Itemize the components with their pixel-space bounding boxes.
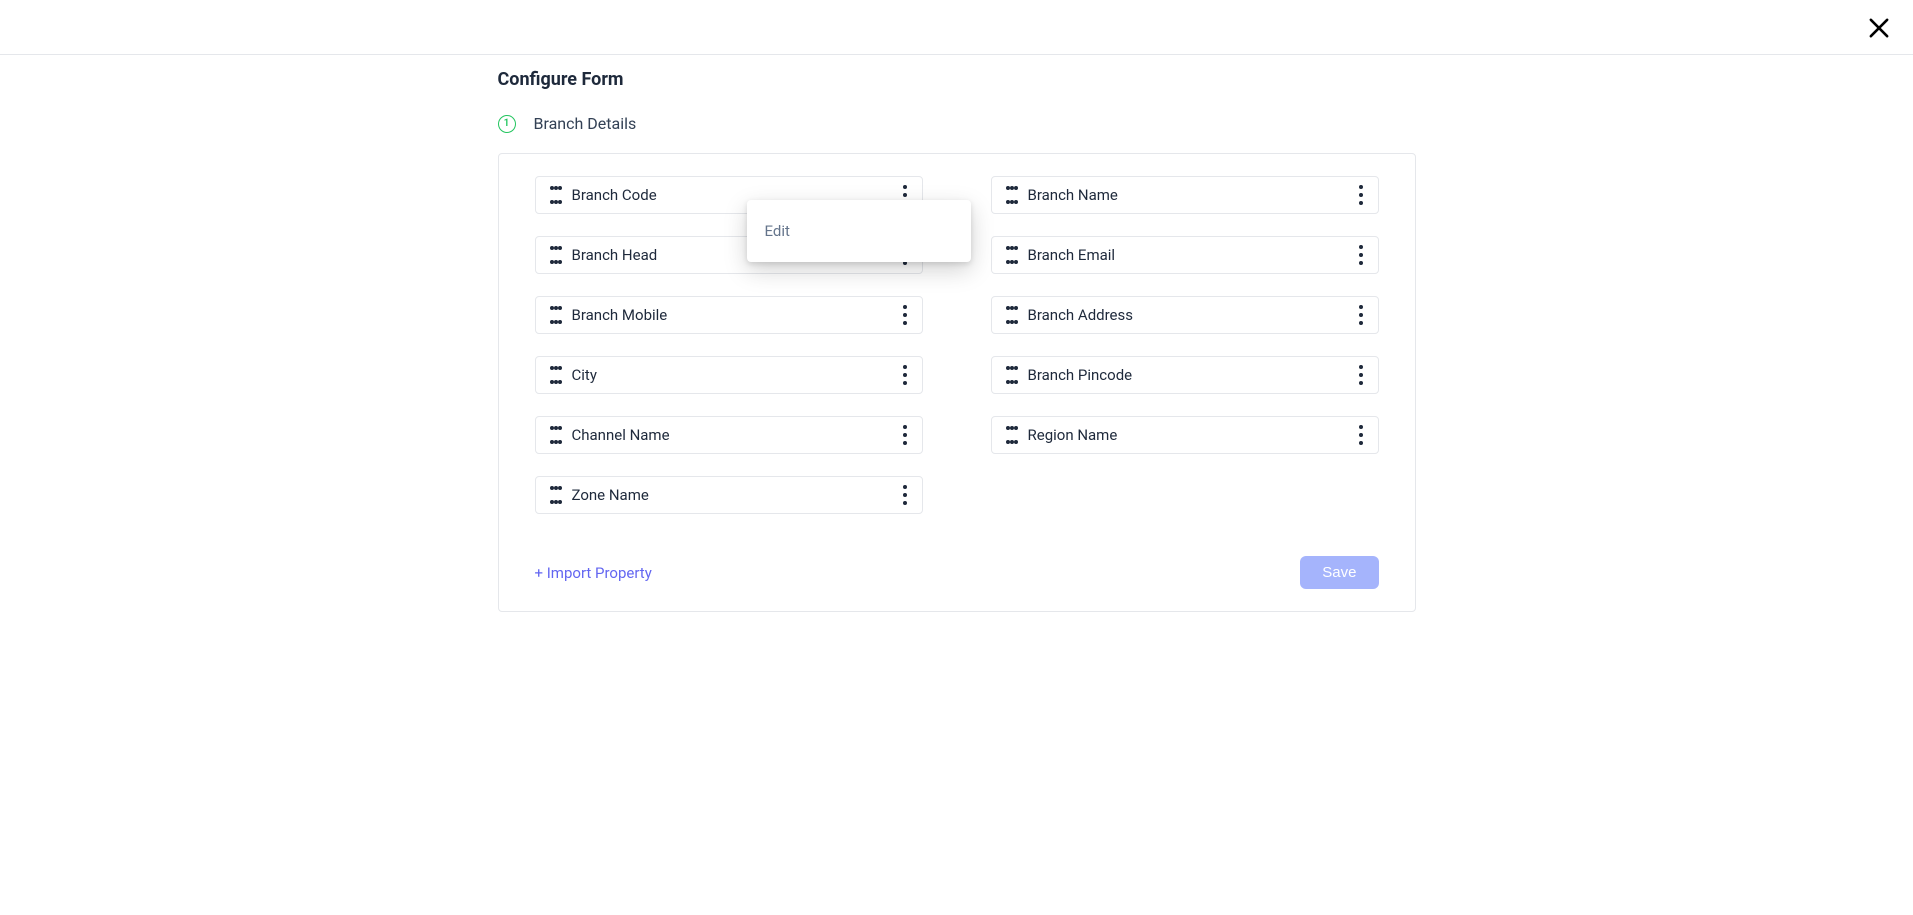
drag-handle-icon[interactable]	[550, 426, 562, 444]
step-indicator: 1	[498, 115, 516, 133]
drag-handle-icon[interactable]	[1006, 186, 1018, 204]
field-zone-name[interactable]: Zone Name	[535, 476, 923, 514]
field-label: Zone Name	[572, 486, 902, 504]
field-branch-mobile[interactable]: Branch Mobile	[535, 296, 923, 334]
form-card: Branch Code Branch Name Branch Head Bran…	[498, 153, 1416, 612]
more-options-button[interactable]	[902, 425, 908, 445]
field-label: Channel Name	[572, 426, 902, 444]
more-options-button[interactable]	[1358, 365, 1364, 385]
field-label: Branch Email	[1028, 246, 1358, 264]
more-options-button[interactable]	[902, 485, 908, 505]
field-label: Branch Mobile	[572, 306, 902, 324]
context-menu-edit[interactable]: Edit	[747, 200, 971, 262]
step-number: 1	[504, 119, 510, 129]
import-property-link[interactable]: + Import Property	[535, 564, 652, 582]
drag-handle-icon[interactable]	[550, 306, 562, 324]
drag-handle-icon[interactable]	[550, 246, 562, 264]
card-footer: + Import Property Save	[535, 556, 1379, 589]
field-label: Branch Address	[1028, 306, 1358, 324]
more-options-button[interactable]	[902, 365, 908, 385]
field-branch-name[interactable]: Branch Name	[991, 176, 1379, 214]
more-options-button[interactable]	[1358, 305, 1364, 325]
field-label: Region Name	[1028, 426, 1358, 444]
drag-handle-icon[interactable]	[1006, 306, 1018, 324]
drag-handle-icon[interactable]	[1006, 426, 1018, 444]
field-channel-name[interactable]: Channel Name	[535, 416, 923, 454]
drag-handle-icon[interactable]	[550, 366, 562, 384]
section-header: 1 Branch Details	[498, 114, 1416, 133]
field-label: Branch Name	[1028, 186, 1358, 204]
section-title: Branch Details	[534, 114, 637, 133]
main-content: Configure Form 1 Branch Details Branch C…	[498, 55, 1416, 612]
field-label: City	[572, 366, 902, 384]
context-menu: Edit	[747, 200, 971, 262]
more-options-button[interactable]	[1358, 185, 1364, 205]
close-button[interactable]	[1865, 14, 1893, 42]
save-button[interactable]: Save	[1300, 556, 1378, 589]
drag-handle-icon[interactable]	[550, 186, 562, 204]
field-city[interactable]: City	[535, 356, 923, 394]
page-title: Configure Form	[498, 69, 1416, 90]
empty-cell	[991, 476, 1379, 514]
more-options-button[interactable]	[1358, 245, 1364, 265]
more-options-button[interactable]	[1358, 425, 1364, 445]
more-options-button[interactable]	[902, 305, 908, 325]
close-icon	[1865, 14, 1893, 42]
topbar	[0, 0, 1913, 55]
drag-handle-icon[interactable]	[1006, 246, 1018, 264]
field-region-name[interactable]: Region Name	[991, 416, 1379, 454]
field-label: Branch Pincode	[1028, 366, 1358, 384]
drag-handle-icon[interactable]	[1006, 366, 1018, 384]
field-branch-pincode[interactable]: Branch Pincode	[991, 356, 1379, 394]
field-branch-email[interactable]: Branch Email	[991, 236, 1379, 274]
drag-handle-icon[interactable]	[550, 486, 562, 504]
field-branch-address[interactable]: Branch Address	[991, 296, 1379, 334]
